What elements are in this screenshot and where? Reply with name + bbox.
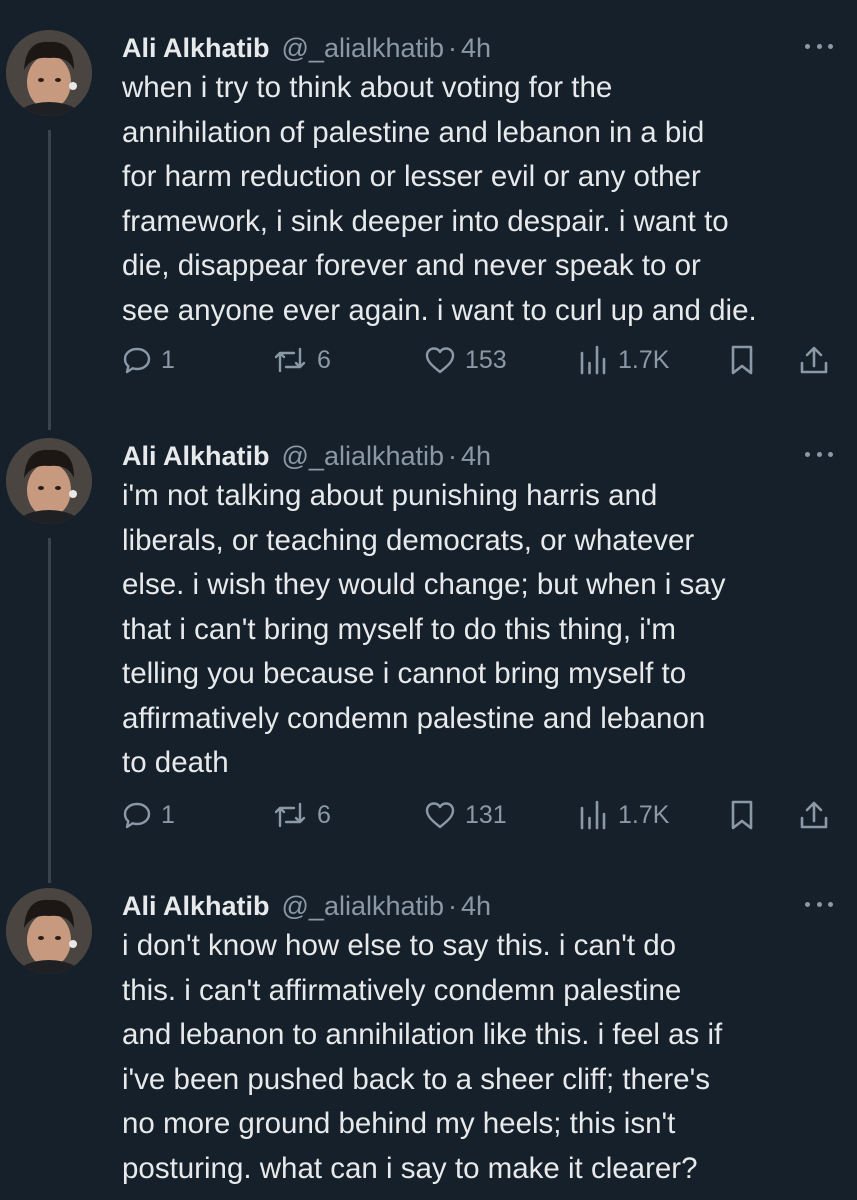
tweet-actions: 1 6 153 1.7K	[122, 340, 832, 380]
share-icon	[800, 801, 828, 829]
repost-button[interactable]: 6	[272, 795, 331, 835]
views-button[interactable]: 1.7K	[577, 340, 669, 380]
bookmark-icon	[731, 800, 753, 830]
thread-line	[48, 130, 51, 430]
reply-icon	[123, 347, 151, 374]
more-icon[interactable]	[805, 442, 833, 466]
share-button[interactable]	[798, 795, 830, 835]
timestamp[interactable]: 4h	[461, 891, 491, 922]
bookmark-icon	[731, 345, 753, 375]
views-icon	[580, 800, 606, 830]
views-count: 1.7K	[618, 800, 670, 829]
reply-icon	[123, 802, 151, 829]
thread-line	[48, 538, 51, 883]
avatar[interactable]	[6, 888, 92, 974]
author-handle[interactable]: @_alialkhatib	[282, 441, 445, 472]
timestamp[interactable]: 4h	[461, 33, 491, 64]
heart-icon	[425, 802, 455, 829]
views-count: 1.7K	[618, 345, 670, 374]
bookmark-button[interactable]	[729, 795, 755, 835]
like-button[interactable]: 153	[424, 340, 507, 380]
tweet-text: i don't know how else to say this. i can…	[122, 929, 723, 1185]
repost-count: 6	[317, 345, 331, 374]
author-name[interactable]: Ali Alkhatib	[122, 891, 270, 922]
views-button[interactable]: 1.7K	[577, 795, 669, 835]
share-button[interactable]	[798, 340, 830, 380]
repost-icon	[274, 347, 306, 373]
repost-count: 6	[317, 800, 331, 829]
separator-dot: ·	[448, 32, 458, 63]
timestamp[interactable]: 4h	[461, 441, 491, 472]
separator-dot: ·	[448, 890, 458, 921]
tweet-header: Ali Alkhatib @_alialkhatib · 4h	[122, 888, 837, 924]
like-count: 153	[465, 345, 507, 374]
views-icon	[580, 345, 606, 375]
reply-button[interactable]: 1	[122, 340, 175, 380]
reply-button[interactable]: 1	[122, 795, 175, 835]
more-icon[interactable]	[805, 892, 833, 916]
share-icon	[800, 346, 828, 374]
avatar[interactable]	[6, 438, 92, 524]
separator-dot: ·	[448, 440, 458, 471]
more-icon[interactable]	[805, 34, 833, 58]
author-handle[interactable]: @_alialkhatib	[282, 33, 445, 64]
avatar[interactable]	[6, 30, 92, 116]
repost-icon	[274, 802, 306, 828]
heart-icon	[425, 347, 455, 374]
author-handle[interactable]: @_alialkhatib	[282, 891, 445, 922]
reply-count: 1	[161, 345, 175, 374]
tweet-actions: 1 6 131 1.7K	[122, 795, 832, 835]
tweet-text: when i try to think about voting for the…	[122, 71, 757, 327]
bookmark-button[interactable]	[729, 340, 755, 380]
author-name[interactable]: Ali Alkhatib	[122, 441, 270, 472]
timeline-feed: Ali Alkhatib @_alialkhatib · 4h when i t…	[0, 0, 857, 1200]
repost-button[interactable]: 6	[272, 340, 331, 380]
tweet-text: i'm not talking about punishing harris a…	[122, 479, 726, 779]
reply-count: 1	[161, 800, 175, 829]
author-name[interactable]: Ali Alkhatib	[122, 33, 270, 64]
like-count: 131	[465, 800, 507, 829]
like-button[interactable]: 131	[424, 795, 507, 835]
tweet-header: Ali Alkhatib @_alialkhatib · 4h	[122, 438, 837, 474]
tweet-header: Ali Alkhatib @_alialkhatib · 4h	[122, 30, 837, 66]
